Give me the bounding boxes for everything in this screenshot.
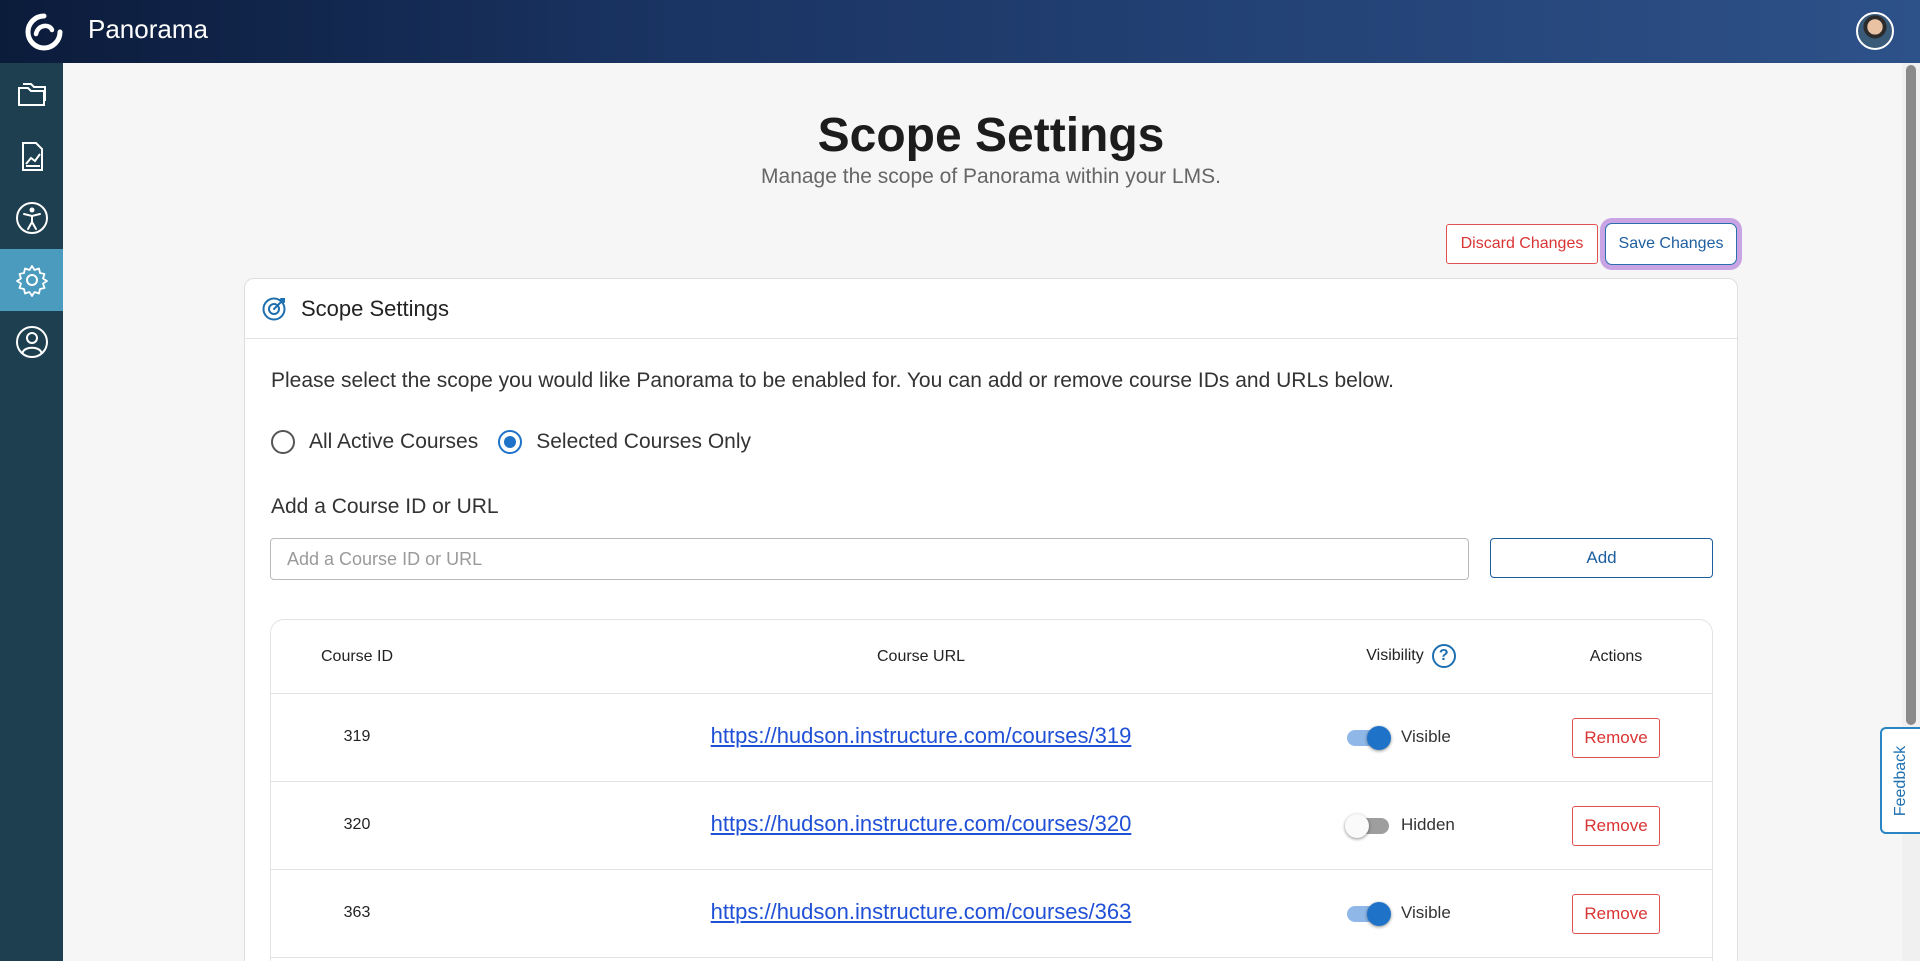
column-header-course-url: Course URL [876,648,966,665]
scope-radio-group: All Active Courses Selected Courses Only [271,430,771,454]
chart-report-icon [21,142,43,171]
add-course-button[interactable]: Add [1490,538,1713,578]
toggle-thumb [1367,726,1391,750]
scrollbar-thumb[interactable] [1906,65,1916,725]
column-header-visibility: Visibility? [1331,644,1491,668]
card-header: Scope Settings [245,279,1737,339]
scope-option-selected-only[interactable]: Selected Courses Only [498,430,751,454]
table-row: 363 https://hudson.instructure.com/cours… [271,870,1712,958]
visibility-label: Hidden [1401,815,1455,834]
gear-icon [15,265,48,297]
radio-selected-courses-only[interactable] [498,430,523,454]
course-url-link[interactable]: https://hudson.instructure.com/courses/3… [571,723,1271,749]
courses-table: Course ID Course URL Visibility? Actions… [270,619,1713,961]
main-content: Scope Settings Manage the scope of Panor… [63,63,1902,961]
add-course-label: Add a Course ID or URL [271,495,499,518]
scope-option-all-active[interactable]: All Active Courses [271,430,478,454]
radio-all-active-courses[interactable] [271,430,295,454]
save-changes-focus-ring: Save Changes [1600,218,1742,270]
avatar[interactable] [1856,12,1894,50]
remove-course-button[interactable]: Remove [1572,894,1660,934]
feedback-label: Feedback [1892,745,1910,816]
sidebar-item-account[interactable] [0,311,63,373]
course-url-link[interactable]: https://hudson.instructure.com/courses/3… [571,811,1271,837]
discard-changes-button[interactable]: Discard Changes [1446,224,1598,264]
course-id-cell: 363 [343,904,371,921]
course-id-url-input[interactable] [270,538,1469,580]
toggle-thumb [1367,902,1391,926]
radio-label: Selected Courses Only [536,430,752,453]
top-bar: Panorama [0,0,1920,63]
visibility-toggle[interactable] [1345,900,1391,928]
page-title: Scope Settings [817,109,1165,162]
help-icon[interactable]: ? [1431,644,1456,668]
remove-course-button[interactable]: Remove [1572,806,1660,846]
column-header-actions: Actions [1589,648,1643,665]
app-title: Panorama [88,14,208,44]
target-icon [262,297,286,320]
table-row: 319 https://hudson.instructure.com/cours… [271,694,1712,782]
panorama-logo-icon[interactable] [24,12,64,52]
scope-settings-card: Scope Settings Please select the scope y… [244,278,1738,961]
sidebar-item-settings[interactable] [0,249,63,311]
column-header-course-id: Course ID [320,648,394,665]
column-header-visibility-label: Visibility [1366,647,1424,665]
table-row: 320 https://hudson.instructure.com/cours… [271,782,1712,870]
visibility-toggle[interactable] [1345,812,1391,840]
remove-course-button[interactable]: Remove [1572,718,1660,758]
toggle-thumb [1345,814,1369,838]
sidebar [0,63,63,961]
folders-icon [17,83,46,106]
accessibility-icon [15,202,48,234]
sidebar-item-reports[interactable] [0,125,63,187]
visibility-toggle[interactable] [1345,724,1391,752]
user-circle-icon [15,326,48,358]
course-url-link[interactable]: https://hudson.instructure.com/courses/3… [571,899,1271,925]
course-id-cell: 320 [343,816,371,833]
sidebar-item-accessibility[interactable] [0,187,63,249]
feedback-tab[interactable]: Feedback [1880,727,1920,834]
page-subtitle: Manage the scope of Panorama within your… [761,165,1221,188]
visibility-label: Visible [1401,903,1451,922]
card-title: Scope Settings [301,295,449,321]
table-header: Course ID Course URL Visibility? Actions [271,620,1712,694]
visibility-label: Visible [1401,727,1451,746]
sidebar-item-courses[interactable] [0,63,63,125]
save-changes-button[interactable]: Save Changes [1605,223,1737,265]
radio-label: All Active Courses [309,430,479,453]
course-id-cell: 319 [343,728,371,745]
scope-description: Please select the scope you would like P… [271,369,1395,392]
